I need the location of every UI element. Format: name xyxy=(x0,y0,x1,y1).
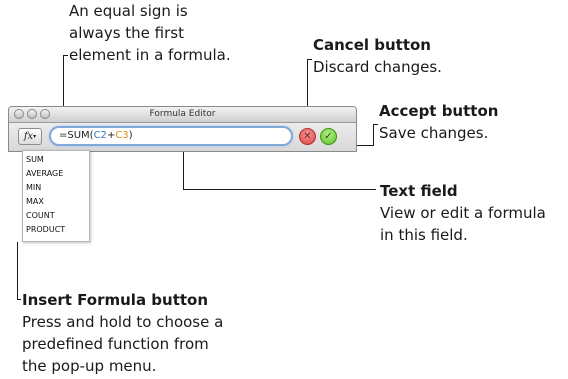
callout-insert-formula-button: Insert Formula button Press and hold to … xyxy=(22,289,223,377)
checkmark-icon: ✓ xyxy=(324,131,333,142)
leader-line-insert xyxy=(17,242,18,300)
formula-toolbar: fx▾ =SUM(C2+C3) ✕ ✓ xyxy=(9,123,356,151)
callout-text-line: predefined function from xyxy=(22,335,209,353)
callout-title: Accept button xyxy=(379,102,499,120)
callout-text-line: in this field. xyxy=(380,226,468,244)
callout-title: Insert Formula button xyxy=(22,291,209,309)
callout-text-line: always the first xyxy=(69,24,184,42)
callout-text-line: Press and hold to choose a xyxy=(22,313,224,331)
fx-icon: fx xyxy=(23,131,34,142)
formula-text-field[interactable]: =SUM(C2+C3) xyxy=(49,126,293,146)
callout-text-line: element in a formula. xyxy=(69,46,231,64)
menu-item-max[interactable]: MAX xyxy=(23,195,89,209)
leader-line-cancel-tick xyxy=(307,59,312,60)
cell-reference-c2: C2 xyxy=(93,130,107,141)
window-title: Formula Editor xyxy=(149,109,216,119)
callout-equal-sign: An equal sign is always the first elemen… xyxy=(69,0,231,66)
callout-text-field: Text field View or edit a formula in thi… xyxy=(380,180,546,246)
leader-line-textfield-v xyxy=(183,148,184,190)
menu-item-product[interactable]: PRODUCT xyxy=(23,223,89,237)
callout-text-line: Save changes. xyxy=(379,124,489,142)
window-titlebar[interactable]: Formula Editor xyxy=(9,107,356,123)
menu-item-average[interactable]: AVERAGE xyxy=(23,167,89,181)
callout-accept-button: Accept button Save changes. xyxy=(379,100,498,144)
cancel-button[interactable]: ✕ xyxy=(299,128,316,145)
leader-line-accept xyxy=(373,124,374,146)
callout-text-line: An equal sign is xyxy=(69,2,188,20)
accept-button[interactable]: ✓ xyxy=(320,128,337,145)
close-icon: ✕ xyxy=(303,131,312,142)
cell-reference-c3: C3 xyxy=(115,130,129,141)
chevron-down-icon: ▾ xyxy=(33,133,37,140)
formula-prefix: =SUM( xyxy=(59,130,94,141)
callout-text-line: the pop-up menu. xyxy=(22,357,157,375)
leader-line-equal-tick xyxy=(63,55,68,56)
formula-editor-window: Formula Editor fx▾ =SUM(C2+C3) ✕ ✓ xyxy=(8,106,357,152)
leader-line-insert-tick xyxy=(17,299,21,300)
menu-item-min[interactable]: MIN xyxy=(23,181,89,195)
formula-suffix: ) xyxy=(128,130,133,141)
menu-item-sum[interactable]: SUM xyxy=(23,153,89,167)
menu-item-count[interactable]: COUNT xyxy=(23,209,89,223)
callout-text-line: View or edit a formula xyxy=(380,204,546,222)
leader-line-textfield-h xyxy=(183,189,376,190)
function-popup-menu: SUM AVERAGE MIN MAX COUNT PRODUCT xyxy=(22,150,90,242)
callout-title: Text field xyxy=(380,182,458,200)
callout-title: Cancel button xyxy=(313,36,431,54)
callout-text-line: Discard changes. xyxy=(313,58,442,76)
callout-cancel-button: Cancel button Discard changes. xyxy=(313,34,442,78)
insert-formula-button[interactable]: fx▾ xyxy=(18,128,42,145)
leader-line-accept-tick xyxy=(373,124,378,125)
